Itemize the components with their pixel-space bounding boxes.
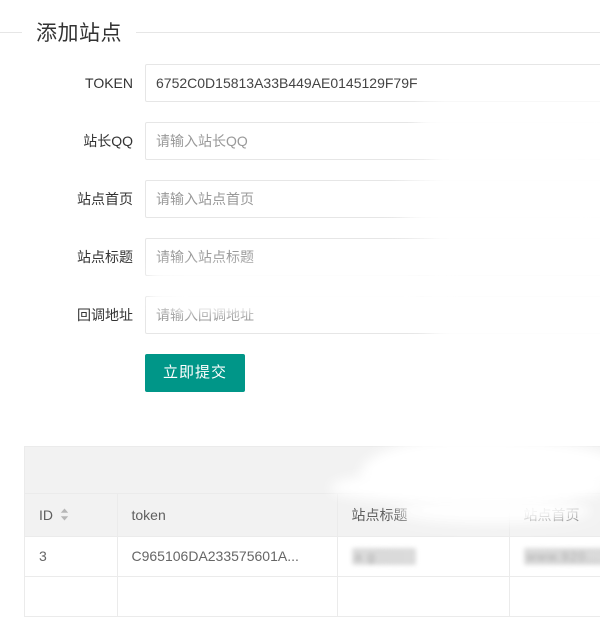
label-homepage: 站点首页 bbox=[77, 191, 133, 207]
form-row-qq: 站长QQ bbox=[0, 122, 600, 160]
cell-value-id: 3 bbox=[39, 548, 47, 564]
form-row-token: TOKEN bbox=[0, 64, 600, 102]
table-row[interactable]: 3 C965106DA233575601A... a g www.920... bbox=[25, 536, 600, 577]
column-label-homepage: 站点首页 bbox=[523, 506, 580, 523]
sort-updown-icon[interactable] bbox=[60, 508, 69, 521]
column-label-title: 站点标题 bbox=[351, 506, 408, 523]
control-wrap-title bbox=[145, 238, 600, 276]
panel-legend: 添加站点 bbox=[0, 23, 600, 44]
qq-input[interactable] bbox=[145, 122, 600, 160]
column-header-homepage: 站点首页 bbox=[509, 494, 600, 537]
column-header-token: token bbox=[117, 494, 338, 537]
control-wrap-callback bbox=[145, 296, 600, 334]
cell-token bbox=[117, 576, 338, 617]
cell-homepage bbox=[509, 576, 600, 617]
cell-id: 3 bbox=[25, 536, 118, 577]
legend-line-right bbox=[136, 32, 600, 33]
column-label-id: ID bbox=[39, 506, 53, 523]
table-row[interactable] bbox=[25, 576, 600, 617]
column-label-token: token bbox=[131, 506, 166, 523]
form-row-homepage: 站点首页 bbox=[0, 180, 600, 218]
control-wrap-qq bbox=[145, 122, 600, 160]
token-input[interactable] bbox=[145, 64, 600, 102]
form-row-title: 站点标题 bbox=[0, 238, 600, 276]
label-title: 站点标题 bbox=[77, 249, 133, 265]
site-list-table: ID token 站点标题 站点首页 3 C965106DA233575601A… bbox=[25, 494, 600, 617]
table-header-row: ID token 站点标题 站点首页 bbox=[25, 494, 600, 537]
callback-input[interactable] bbox=[145, 296, 600, 334]
cell-title bbox=[337, 576, 510, 617]
legend-line-left bbox=[0, 32, 22, 33]
control-wrap-homepage bbox=[145, 180, 600, 218]
label-token: TOKEN bbox=[85, 75, 133, 91]
cell-id bbox=[25, 576, 118, 617]
table-toolbar bbox=[25, 446, 600, 494]
table-head: ID token 站点标题 站点首页 bbox=[25, 494, 600, 537]
cell-value-title-redacted: a g bbox=[351, 547, 416, 565]
cell-homepage: www.920... bbox=[509, 536, 600, 577]
cell-title: a g bbox=[337, 536, 510, 577]
homepage-input[interactable] bbox=[145, 180, 600, 218]
form-row-callback: 回调地址 bbox=[0, 296, 600, 334]
title-input[interactable] bbox=[145, 238, 600, 276]
cell-value-token: C965106DA233575601A... bbox=[131, 548, 299, 564]
label-qq: 站长QQ bbox=[83, 133, 133, 149]
column-header-title: 站点标题 bbox=[337, 494, 510, 537]
cell-token: C965106DA233575601A... bbox=[117, 536, 338, 577]
submit-button[interactable]: 立即提交 bbox=[145, 354, 246, 392]
column-header-id[interactable]: ID bbox=[25, 494, 118, 537]
site-list-table-wrap: ID token 站点标题 站点首页 3 C965106DA233575601A… bbox=[24, 446, 600, 617]
table-body: 3 C965106DA233575601A... a g www.920... bbox=[25, 536, 600, 617]
page-title: 添加站点 bbox=[36, 22, 122, 45]
cell-value-homepage-redacted: www.920... bbox=[523, 547, 600, 565]
label-callback: 回调地址 bbox=[77, 307, 133, 323]
add-site-form: TOKEN 站长QQ 站点首页 站点标题 bbox=[0, 64, 600, 392]
form-actions: 立即提交 bbox=[0, 354, 600, 392]
control-wrap-token bbox=[145, 64, 600, 102]
